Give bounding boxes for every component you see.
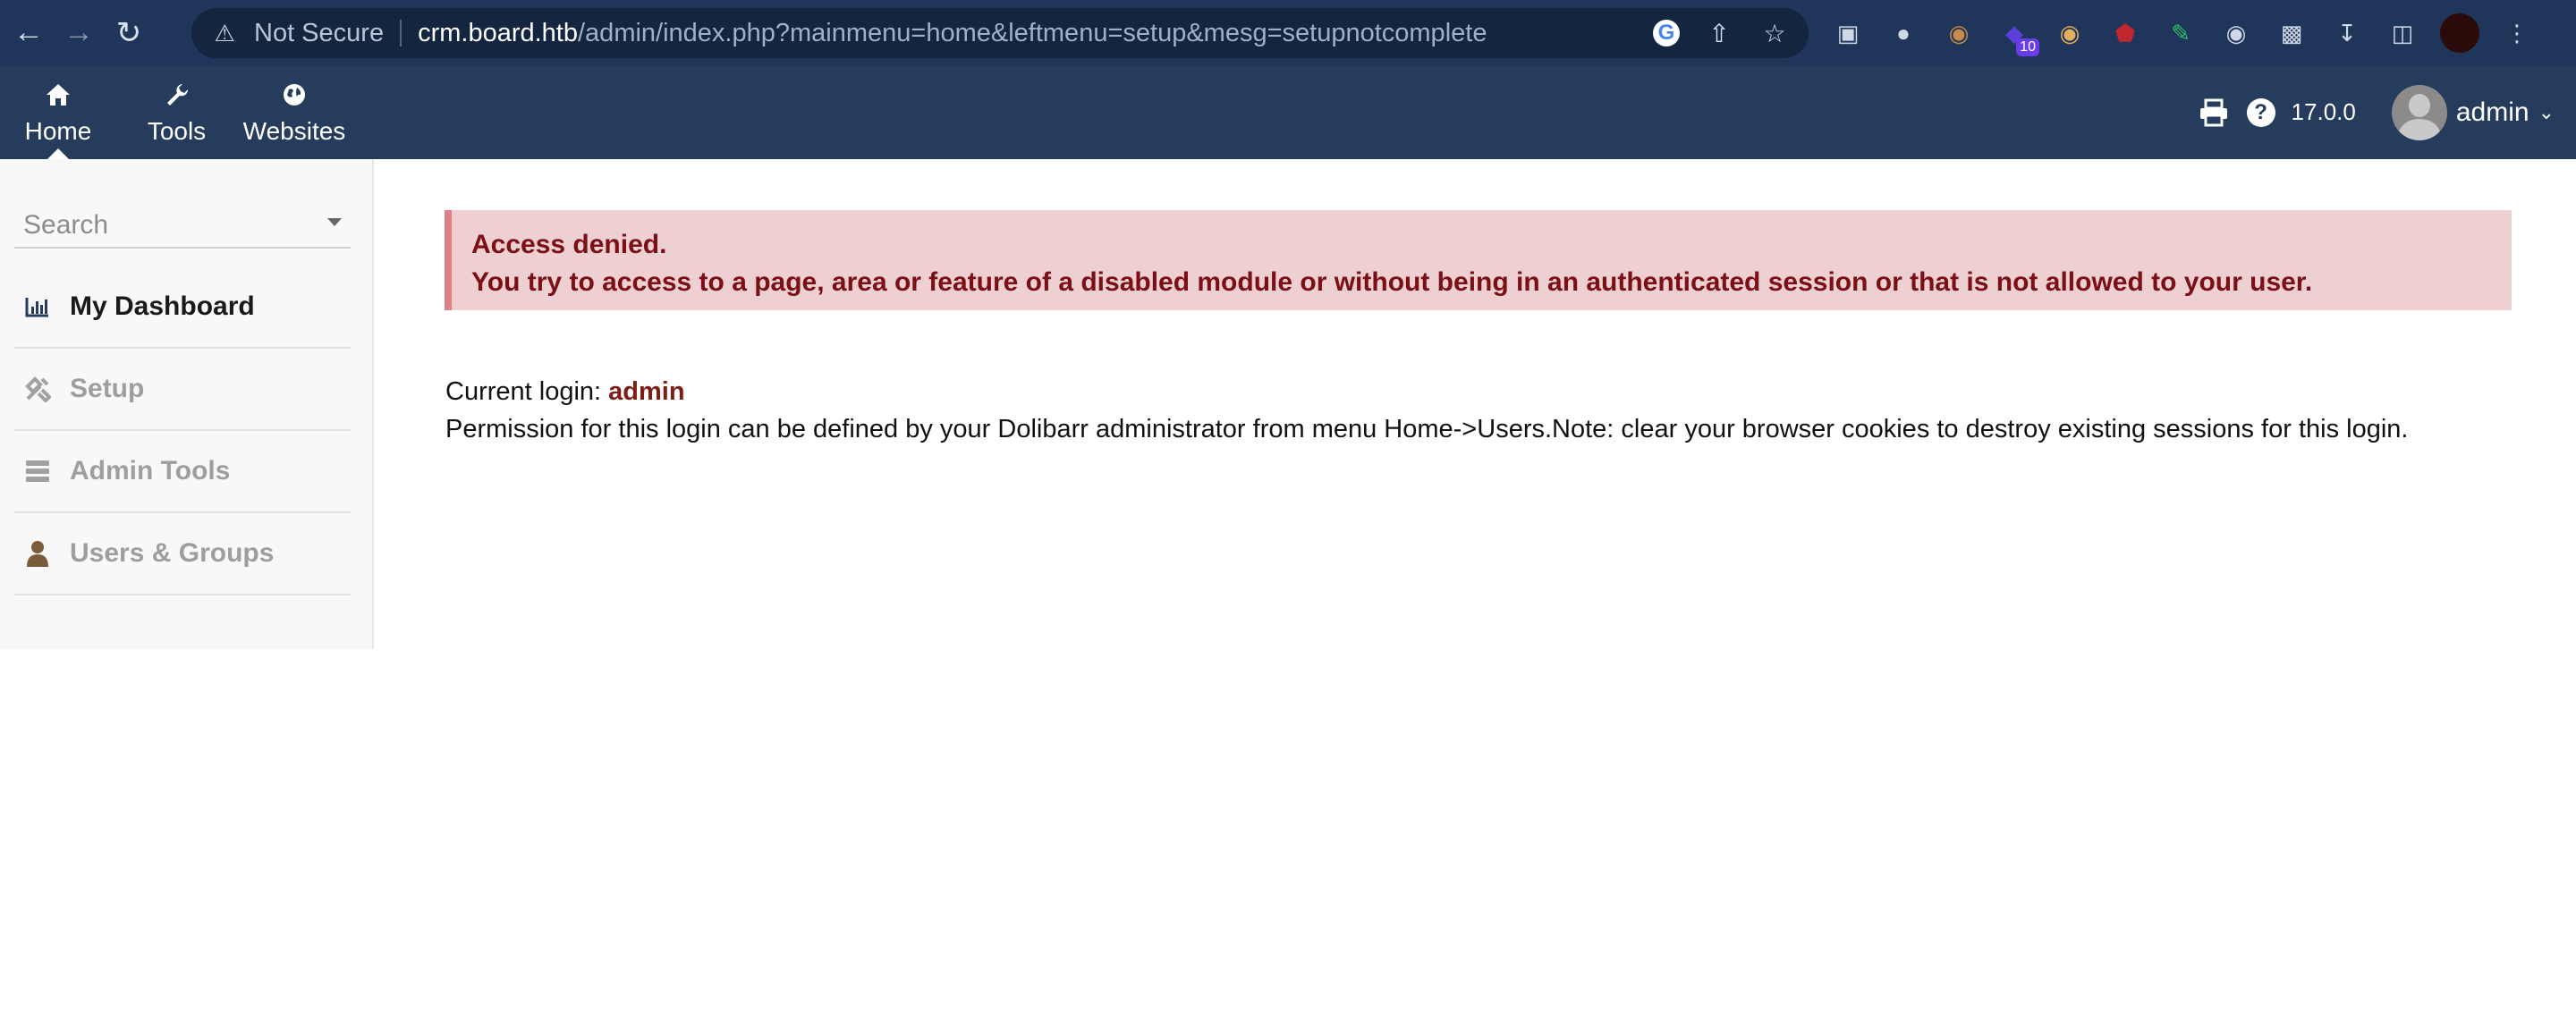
browser-toolbar: ← → ↻ ⚠ Not Secure crm.board.htb/admin/i…	[0, 0, 2576, 65]
ublock-icon[interactable]: ⬟	[2107, 15, 2143, 51]
avatar[interactable]	[2391, 84, 2447, 140]
extension-cookie-icon[interactable]: ◉	[1941, 15, 1977, 51]
camera-icon[interactable]: ◉	[2218, 15, 2254, 51]
divider	[400, 20, 402, 46]
help-icon[interactable]: ?	[2246, 97, 2275, 127]
topmenu-websites[interactable]: Websites	[236, 65, 352, 159]
chevron-down-icon[interactable]: ⌄	[2538, 101, 2555, 124]
extension-cookie2-icon[interactable]: ◉	[2052, 15, 2088, 51]
user-icon	[20, 540, 55, 567]
search-select[interactable]: Search	[14, 204, 351, 249]
print-icon[interactable]	[2199, 98, 2229, 127]
topmenu-websites-label: Websites	[242, 116, 346, 145]
sidebar-item-label: Users & Groups	[70, 538, 275, 568]
topmenu-tools[interactable]: Tools	[125, 65, 228, 159]
forward-icon[interactable]: →	[57, 12, 100, 55]
alert-title: Access denied.	[471, 230, 667, 259]
search-placeholder: Search	[23, 210, 109, 240]
star-icon[interactable]: ☆	[1758, 17, 1791, 49]
extension-badge: 10	[2016, 38, 2039, 56]
alert-message: You try to access to a page, area or fea…	[471, 267, 2313, 297]
share-icon[interactable]: ⇧	[1703, 17, 1735, 49]
sidebar-item-dashboard[interactable]: My Dashboard	[14, 266, 351, 349]
sidebar-item-setup[interactable]: Setup	[14, 349, 351, 431]
highlighter-icon[interactable]: ✎	[2163, 15, 2199, 51]
extension-hat-icon[interactable]: ●	[1885, 15, 1921, 51]
download-icon[interactable]: ↧	[2329, 15, 2365, 51]
topmenu-tools-label: Tools	[147, 116, 207, 145]
topmenu-home-label: Home	[24, 116, 92, 145]
reload-icon[interactable]: ↻	[107, 12, 150, 55]
chevron-down-icon[interactable]	[327, 218, 342, 226]
home-icon	[45, 80, 72, 110]
sidebar-menu: My Dashboard Setup Admin Tools Users & G…	[14, 266, 351, 595]
topmenu-home[interactable]: Home	[0, 65, 116, 159]
wrench-icon	[165, 80, 190, 110]
sidebar-item-label: Admin Tools	[70, 456, 231, 485]
login-label: Current login:	[445, 377, 609, 406]
warning-icon[interactable]: ⚠	[211, 20, 238, 46]
server-icon	[20, 460, 55, 483]
profile-avatar[interactable]	[2440, 13, 2479, 53]
puzzle-icon[interactable]: ▩	[2274, 15, 2309, 51]
permission-note: Permission for this login can be defined…	[445, 415, 2409, 443]
top-menu-bar: Home Tools Websites ? 17.0.0 admin ⌄	[0, 65, 2576, 159]
access-denied-alert: Access denied. You try to access to a pa…	[445, 210, 2512, 310]
extension-badge-icon[interactable]: ◆ 10	[1996, 15, 2039, 56]
more-menu-icon[interactable]: ⋮	[2499, 15, 2535, 51]
tools-icon	[20, 376, 55, 402]
sidebar-item-admin-tools[interactable]: Admin Tools	[14, 431, 351, 513]
sidebar-item-label: My Dashboard	[70, 291, 255, 321]
sidebar-item-users-groups[interactable]: Users & Groups	[14, 513, 351, 595]
version-label: 17.0.0	[2291, 98, 2356, 125]
extension-screenshot-icon[interactable]: ▣	[1830, 15, 1866, 51]
security-label[interactable]: Not Secure	[254, 19, 384, 48]
address-bar[interactable]: ⚠ Not Secure crm.board.htb/admin/index.p…	[191, 8, 1809, 58]
sidebar-item-label: Setup	[70, 374, 145, 403]
user-menu-name[interactable]: admin	[2456, 97, 2529, 128]
current-login: Current login: admin	[445, 377, 685, 407]
url-text[interactable]: crm.board.htb/admin/index.php?mainmenu=h…	[418, 19, 1487, 48]
login-user: admin	[608, 377, 685, 406]
back-icon[interactable]: ←	[7, 12, 50, 55]
chart-icon	[20, 296, 55, 317]
sidepanel-icon[interactable]: ◫	[2385, 15, 2420, 51]
left-sidebar: Search My Dashboard Setup Admin Tools Us…	[0, 159, 374, 649]
google-icon[interactable]: G	[1653, 20, 1680, 46]
globe-icon	[282, 80, 307, 110]
